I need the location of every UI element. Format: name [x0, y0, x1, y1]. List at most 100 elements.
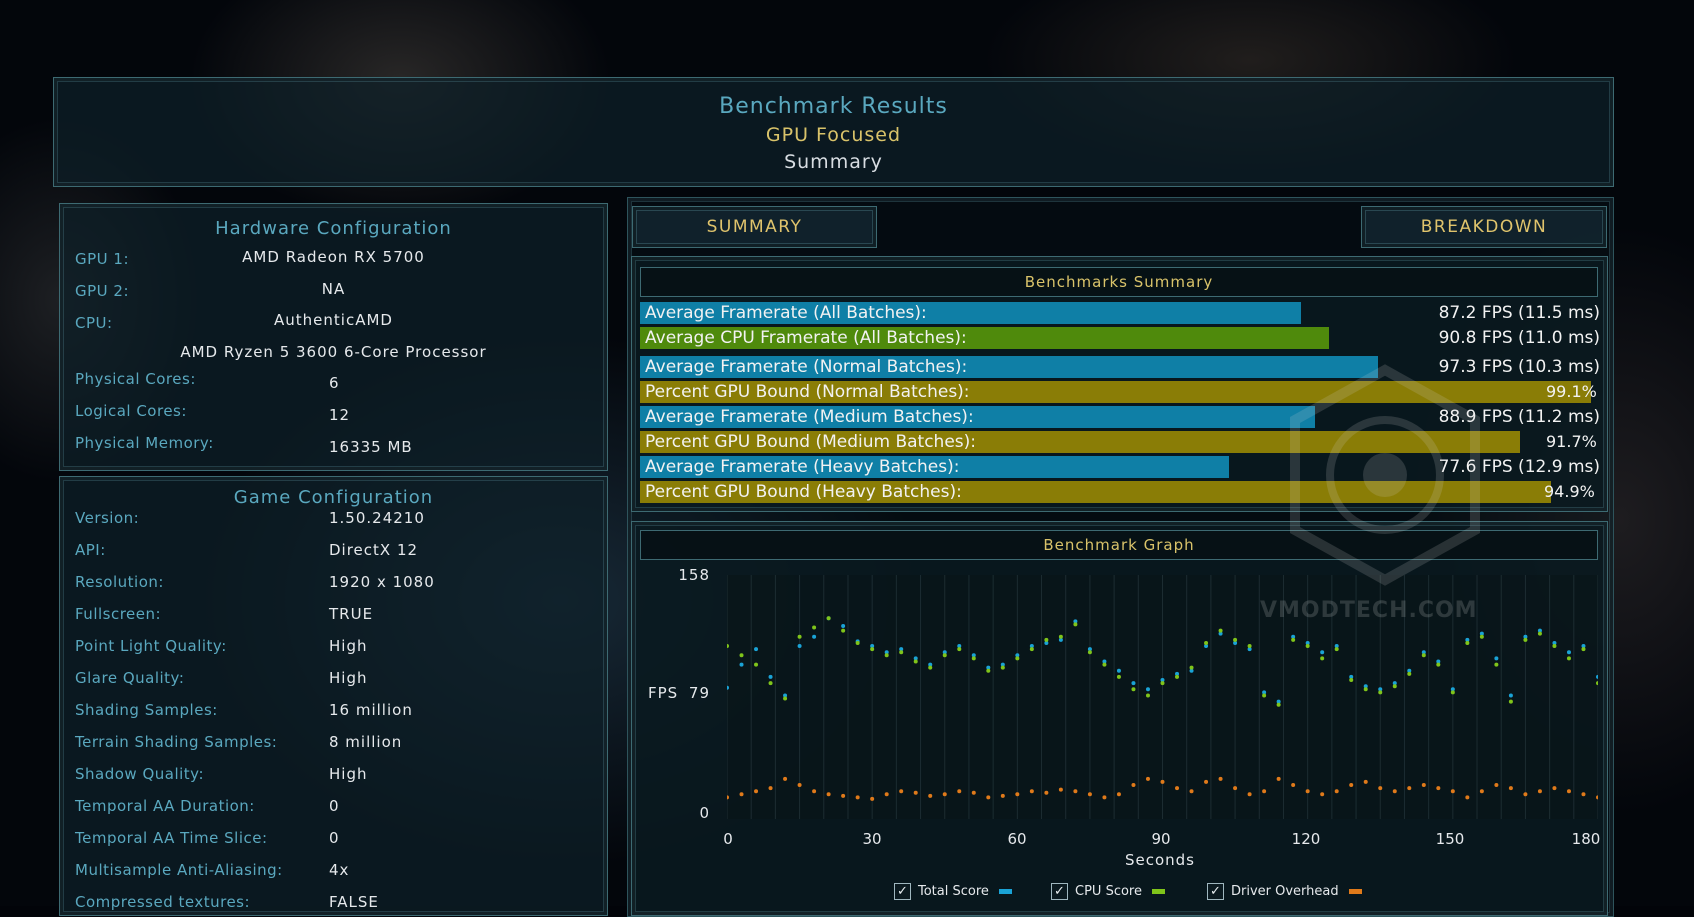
config-label: Compressed textures: — [75, 893, 251, 911]
data-point-series-0 — [1566, 650, 1571, 655]
physical-cores-value: 6 — [329, 374, 340, 392]
data-point-series-2 — [1465, 795, 1470, 800]
data-point-series-1 — [1218, 628, 1223, 633]
data-point-series-1 — [1334, 647, 1339, 652]
data-point-series-2 — [957, 789, 962, 794]
benchmarks-summary-title: Benchmarks Summary — [640, 267, 1598, 297]
data-point-series-2 — [1334, 789, 1339, 794]
legend-cpu-score[interactable]: ✓ CPU Score — [1051, 881, 1165, 901]
data-point-series-0 — [812, 634, 817, 639]
legend-total-score[interactable]: ✓ Total Score — [894, 881, 1012, 901]
data-point-series-2 — [1320, 792, 1325, 797]
summary-row-value: 99.1% — [1546, 382, 1597, 401]
summary-row-label: Average Framerate (Medium Batches): — [645, 407, 974, 427]
data-point-series-2 — [1160, 779, 1165, 784]
config-label: Temporal AA Time Slice: — [75, 829, 268, 847]
data-point-series-2 — [1450, 789, 1455, 794]
config-label: Shadow Quality: — [75, 765, 205, 783]
data-point-series-2 — [913, 790, 918, 795]
summary-row-value: 91.7% — [1546, 432, 1597, 451]
x-axis-label: Seconds — [1124, 851, 1196, 869]
data-point-series-1 — [1378, 690, 1383, 695]
config-value: 16 million — [329, 701, 413, 719]
data-point-series-2 — [1233, 786, 1238, 791]
legend-label: Driver Overhead — [1231, 883, 1339, 899]
summary-row-label: Average Framerate (Normal Batches): — [645, 357, 968, 377]
data-point-series-1 — [928, 665, 933, 670]
cpu-name: AMD Ryzen 5 3600 6-Core Processor — [180, 343, 487, 361]
data-point-series-1 — [1131, 687, 1136, 692]
config-label: API: — [75, 541, 106, 559]
tab-summary[interactable]: SUMMARY — [632, 206, 877, 248]
cpu-score-checkbox[interactable]: ✓ — [1051, 882, 1068, 900]
data-point-series-1 — [1160, 681, 1165, 686]
data-point-series-2 — [783, 776, 788, 781]
data-point-series-2 — [1305, 789, 1310, 794]
total-score-checkbox[interactable]: ✓ — [894, 882, 911, 900]
logical-cores-label: Logical Cores: — [75, 402, 187, 420]
data-point-series-2 — [942, 792, 947, 797]
tab-breakdown[interactable]: BREAKDOWN — [1361, 206, 1607, 248]
data-point-series-2 — [1494, 783, 1499, 788]
page-title: Benchmark Results — [719, 94, 948, 119]
summary-row: Average Framerate (All Batches): 87.2 FP… — [640, 302, 1600, 324]
x-tick-label: 150 — [1435, 830, 1465, 848]
legend-driver-overhead[interactable]: ✓ Driver Overhead — [1207, 881, 1362, 901]
config-value: High — [329, 669, 368, 687]
data-point-series-1 — [1465, 640, 1470, 645]
y-tick-label: 158 — [678, 566, 710, 584]
data-point-series-2 — [1175, 786, 1180, 791]
gpu1-value: AMD Radeon RX 5700 — [242, 248, 425, 266]
data-point-series-1 — [1363, 687, 1368, 692]
config-label: Fullscreen: — [75, 605, 162, 623]
data-point-series-2 — [1000, 793, 1005, 798]
data-point-series-2 — [1596, 795, 1600, 800]
benchmark-mode: GPU Focused — [765, 124, 902, 146]
data-point-series-1 — [1537, 631, 1542, 636]
data-point-series-0 — [1145, 687, 1150, 692]
data-point-series-2 — [1392, 789, 1397, 794]
data-point-series-2 — [855, 795, 860, 800]
config-value: FALSE — [329, 893, 379, 911]
data-point-series-1 — [754, 662, 759, 667]
summary-row-label: Average Framerate (Heavy Batches): — [645, 457, 960, 477]
data-point-series-2 — [986, 795, 991, 800]
data-point-series-1 — [1450, 690, 1455, 695]
summary-row-label: Average CPU Framerate (All Batches): — [645, 328, 967, 348]
data-point-series-2 — [1116, 792, 1121, 797]
data-point-series-2 — [1218, 776, 1223, 781]
driver-overhead-checkbox[interactable]: ✓ — [1207, 882, 1224, 900]
data-point-series-1 — [1392, 684, 1397, 689]
watermark-logo-icon — [1290, 364, 1480, 586]
config-label: Shading Samples: — [75, 701, 218, 719]
hardware-title: Hardware Configuration — [215, 218, 452, 239]
data-point-series-1 — [942, 653, 947, 658]
data-point-series-1 — [725, 644, 729, 649]
data-point-series-0 — [797, 644, 802, 649]
config-value: 1.50.24210 — [329, 509, 425, 527]
summary-row-value: 90.8 FPS (11.0 ms) — [1438, 328, 1600, 348]
data-point-series-2 — [1552, 786, 1557, 791]
config-value: High — [329, 637, 368, 655]
data-point-series-1 — [841, 628, 846, 633]
data-point-series-0 — [725, 685, 729, 690]
data-point-series-2 — [1523, 792, 1528, 797]
data-point-series-2 — [826, 792, 831, 797]
data-point-series-1 — [1116, 674, 1121, 679]
data-point-series-1 — [1247, 644, 1252, 649]
data-point-series-1 — [1087, 650, 1092, 655]
y-tick-label: 0 — [699, 804, 710, 822]
data-point-series-1 — [1145, 693, 1150, 698]
config-value: High — [329, 765, 368, 783]
game-config-title: Game Configuration — [233, 487, 434, 508]
y-axis-label: FPS — [648, 684, 679, 702]
x-tick-label: 90 — [1151, 830, 1171, 848]
summary-row: Average CPU Framerate (All Batches): 90.… — [640, 327, 1600, 349]
data-point-series-1 — [1552, 644, 1557, 649]
data-point-series-1 — [812, 625, 817, 630]
data-point-series-1 — [957, 647, 962, 652]
data-point-series-2 — [1102, 795, 1107, 800]
data-point-series-1 — [826, 616, 831, 621]
data-point-series-2 — [754, 789, 759, 794]
data-point-series-2 — [1247, 792, 1252, 797]
